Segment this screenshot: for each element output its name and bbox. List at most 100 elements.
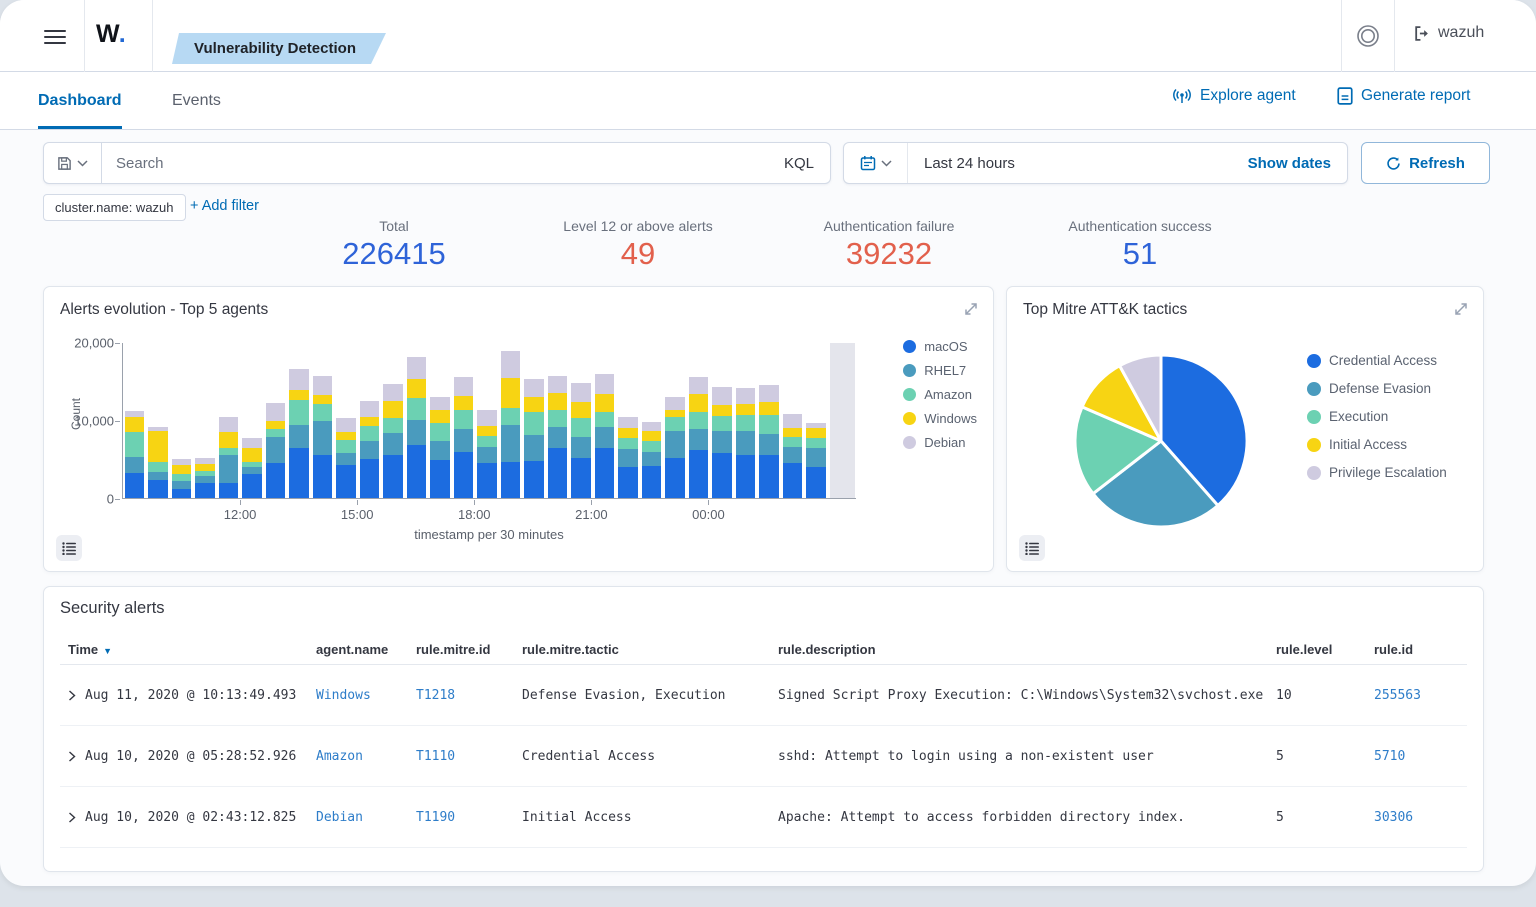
legend-item-debian[interactable]: Debian	[903, 435, 977, 450]
column-header-time[interactable]: Time ▼	[60, 642, 308, 657]
show-dates-button[interactable]: Show dates	[1232, 155, 1347, 172]
bar-segment-macos	[289, 447, 309, 498]
bar-column[interactable]	[712, 343, 732, 498]
agent-name-link[interactable]: Windows	[308, 688, 408, 703]
bar-segment-macos	[477, 463, 497, 498]
bar-segment-macos	[125, 473, 145, 498]
search-input[interactable]	[102, 143, 768, 183]
bar-column[interactable]	[547, 343, 568, 498]
bar-segment-windows	[806, 428, 826, 438]
saved-queries-button[interactable]	[44, 143, 102, 183]
legend-item-credential-access[interactable]: Credential Access	[1307, 353, 1447, 368]
bar-column[interactable]	[665, 343, 685, 498]
bar-segment-windows	[430, 410, 450, 423]
mitre-id-link[interactable]: T1190	[408, 810, 514, 825]
status-ring-icon[interactable]	[1355, 23, 1381, 49]
bar-column[interactable]	[289, 343, 309, 498]
column-header-rule-mitre-tactic[interactable]: rule.mitre.tactic	[514, 642, 770, 657]
rule-id-link[interactable]: 255563	[1366, 688, 1467, 703]
bar-column[interactable]	[125, 343, 145, 498]
agent-name-link[interactable]: Amazon	[308, 749, 408, 764]
bar-segment-amazon	[289, 400, 309, 426]
pie-chart	[1073, 353, 1249, 529]
rule-id-link[interactable]: 5710	[1366, 749, 1467, 764]
inspect-list-icon[interactable]	[1019, 535, 1045, 561]
legend-item-windows[interactable]: Windows	[903, 411, 977, 426]
expand-icon[interactable]	[963, 301, 979, 317]
bar-column[interactable]	[359, 343, 380, 498]
mitre-id-link[interactable]: T1110	[408, 749, 514, 764]
bar-column-partial[interactable]	[829, 343, 855, 498]
legend-item-initial-access[interactable]: Initial Access	[1307, 437, 1447, 452]
bar-column[interactable]	[430, 343, 450, 498]
menu-icon[interactable]	[44, 26, 70, 46]
expand-row-icon[interactable]	[68, 689, 76, 701]
bar-column[interactable]	[312, 343, 333, 498]
bar-column[interactable]	[195, 343, 215, 498]
tab-dashboard[interactable]: Dashboard	[38, 72, 122, 129]
bar-column[interactable]	[594, 343, 615, 498]
bar-column[interactable]	[383, 343, 403, 498]
time-range-value[interactable]: Last 24 hours	[908, 155, 1232, 172]
bar-segment-windows	[547, 393, 568, 410]
rule-id-link[interactable]: 30306	[1366, 810, 1467, 825]
stat-0: Total 226415	[342, 218, 445, 272]
bar-column[interactable]	[171, 343, 192, 498]
column-header-agent-name[interactable]: agent.name	[308, 642, 408, 657]
legend-item-amazon[interactable]: Amazon	[903, 387, 977, 402]
inspect-list-icon[interactable]	[56, 535, 82, 561]
bar-segment-windows	[524, 396, 544, 412]
legend-item-rhel7[interactable]: RHEL7	[903, 363, 977, 378]
security-alerts-panel: Security alerts Time ▼ agent.name rule.mitr…	[43, 586, 1484, 872]
bar-column[interactable]	[782, 343, 803, 498]
generate-report-button[interactable]: Generate report	[1337, 87, 1470, 105]
bar-column[interactable]	[806, 343, 826, 498]
filter-chip[interactable]: cluster.name: wazuh	[43, 194, 186, 221]
column-header-rule-mitre-id[interactable]: rule.mitre.id	[408, 642, 514, 657]
agent-name-link[interactable]: Debian	[308, 810, 408, 825]
bar-column[interactable]	[688, 343, 709, 498]
bar-segment-macos	[218, 482, 239, 498]
bar-column[interactable]	[148, 343, 168, 498]
kql-button[interactable]: KQL	[768, 155, 830, 172]
bar-column[interactable]	[265, 343, 286, 498]
bar-column[interactable]	[336, 343, 356, 498]
logout-button[interactable]: wazuh	[1413, 24, 1484, 42]
calendar-button[interactable]	[844, 143, 908, 183]
explore-agent-button[interactable]: Explore agent	[1172, 87, 1296, 105]
breadcrumb[interactable]: Vulnerability Detection	[172, 33, 386, 64]
bar-column[interactable]	[524, 343, 544, 498]
bar-column[interactable]	[453, 343, 474, 498]
legend-dot	[1307, 353, 1321, 368]
bar-column[interactable]	[571, 343, 591, 498]
bar-segment-macos	[500, 462, 521, 498]
bar-column[interactable]	[759, 343, 779, 498]
legend-item-macos[interactable]: macOS	[903, 339, 977, 354]
add-filter-button[interactable]: + Add filter	[190, 198, 259, 214]
wazuh-logo[interactable]: W.	[96, 20, 126, 49]
legend-item-defense-evasion[interactable]: Defense Evasion	[1307, 381, 1447, 396]
time-cell: Aug 10, 2020 @ 05:28:52.926	[60, 749, 308, 764]
mitre-id-link[interactable]: T1218	[408, 688, 514, 703]
column-header-rule-description[interactable]: rule.description	[770, 642, 1268, 657]
legend-item-privilege-escalation[interactable]: Privilege Escalation	[1307, 465, 1447, 480]
bar-column[interactable]	[218, 343, 239, 498]
bar-segment-amazon	[806, 437, 826, 448]
y-tick-mark	[115, 499, 120, 500]
bar-column[interactable]	[242, 343, 262, 498]
bar-column[interactable]	[735, 343, 756, 498]
bar-column[interactable]	[641, 343, 662, 498]
bar-column[interactable]	[406, 343, 427, 498]
expand-row-icon[interactable]	[68, 811, 76, 823]
bar-column[interactable]	[618, 343, 638, 498]
table-title: Security alerts	[60, 599, 165, 617]
column-header-rule-id[interactable]: rule.id	[1366, 642, 1467, 657]
expand-icon[interactable]	[1453, 301, 1469, 317]
tab-events[interactable]: Events	[172, 72, 221, 129]
expand-row-icon[interactable]	[68, 750, 76, 762]
legend-item-execution[interactable]: Execution	[1307, 409, 1447, 424]
refresh-button[interactable]: Refresh	[1361, 142, 1490, 184]
bar-column[interactable]	[477, 343, 497, 498]
column-header-rule-level[interactable]: rule.level	[1268, 642, 1366, 657]
bar-column[interactable]	[500, 343, 521, 498]
